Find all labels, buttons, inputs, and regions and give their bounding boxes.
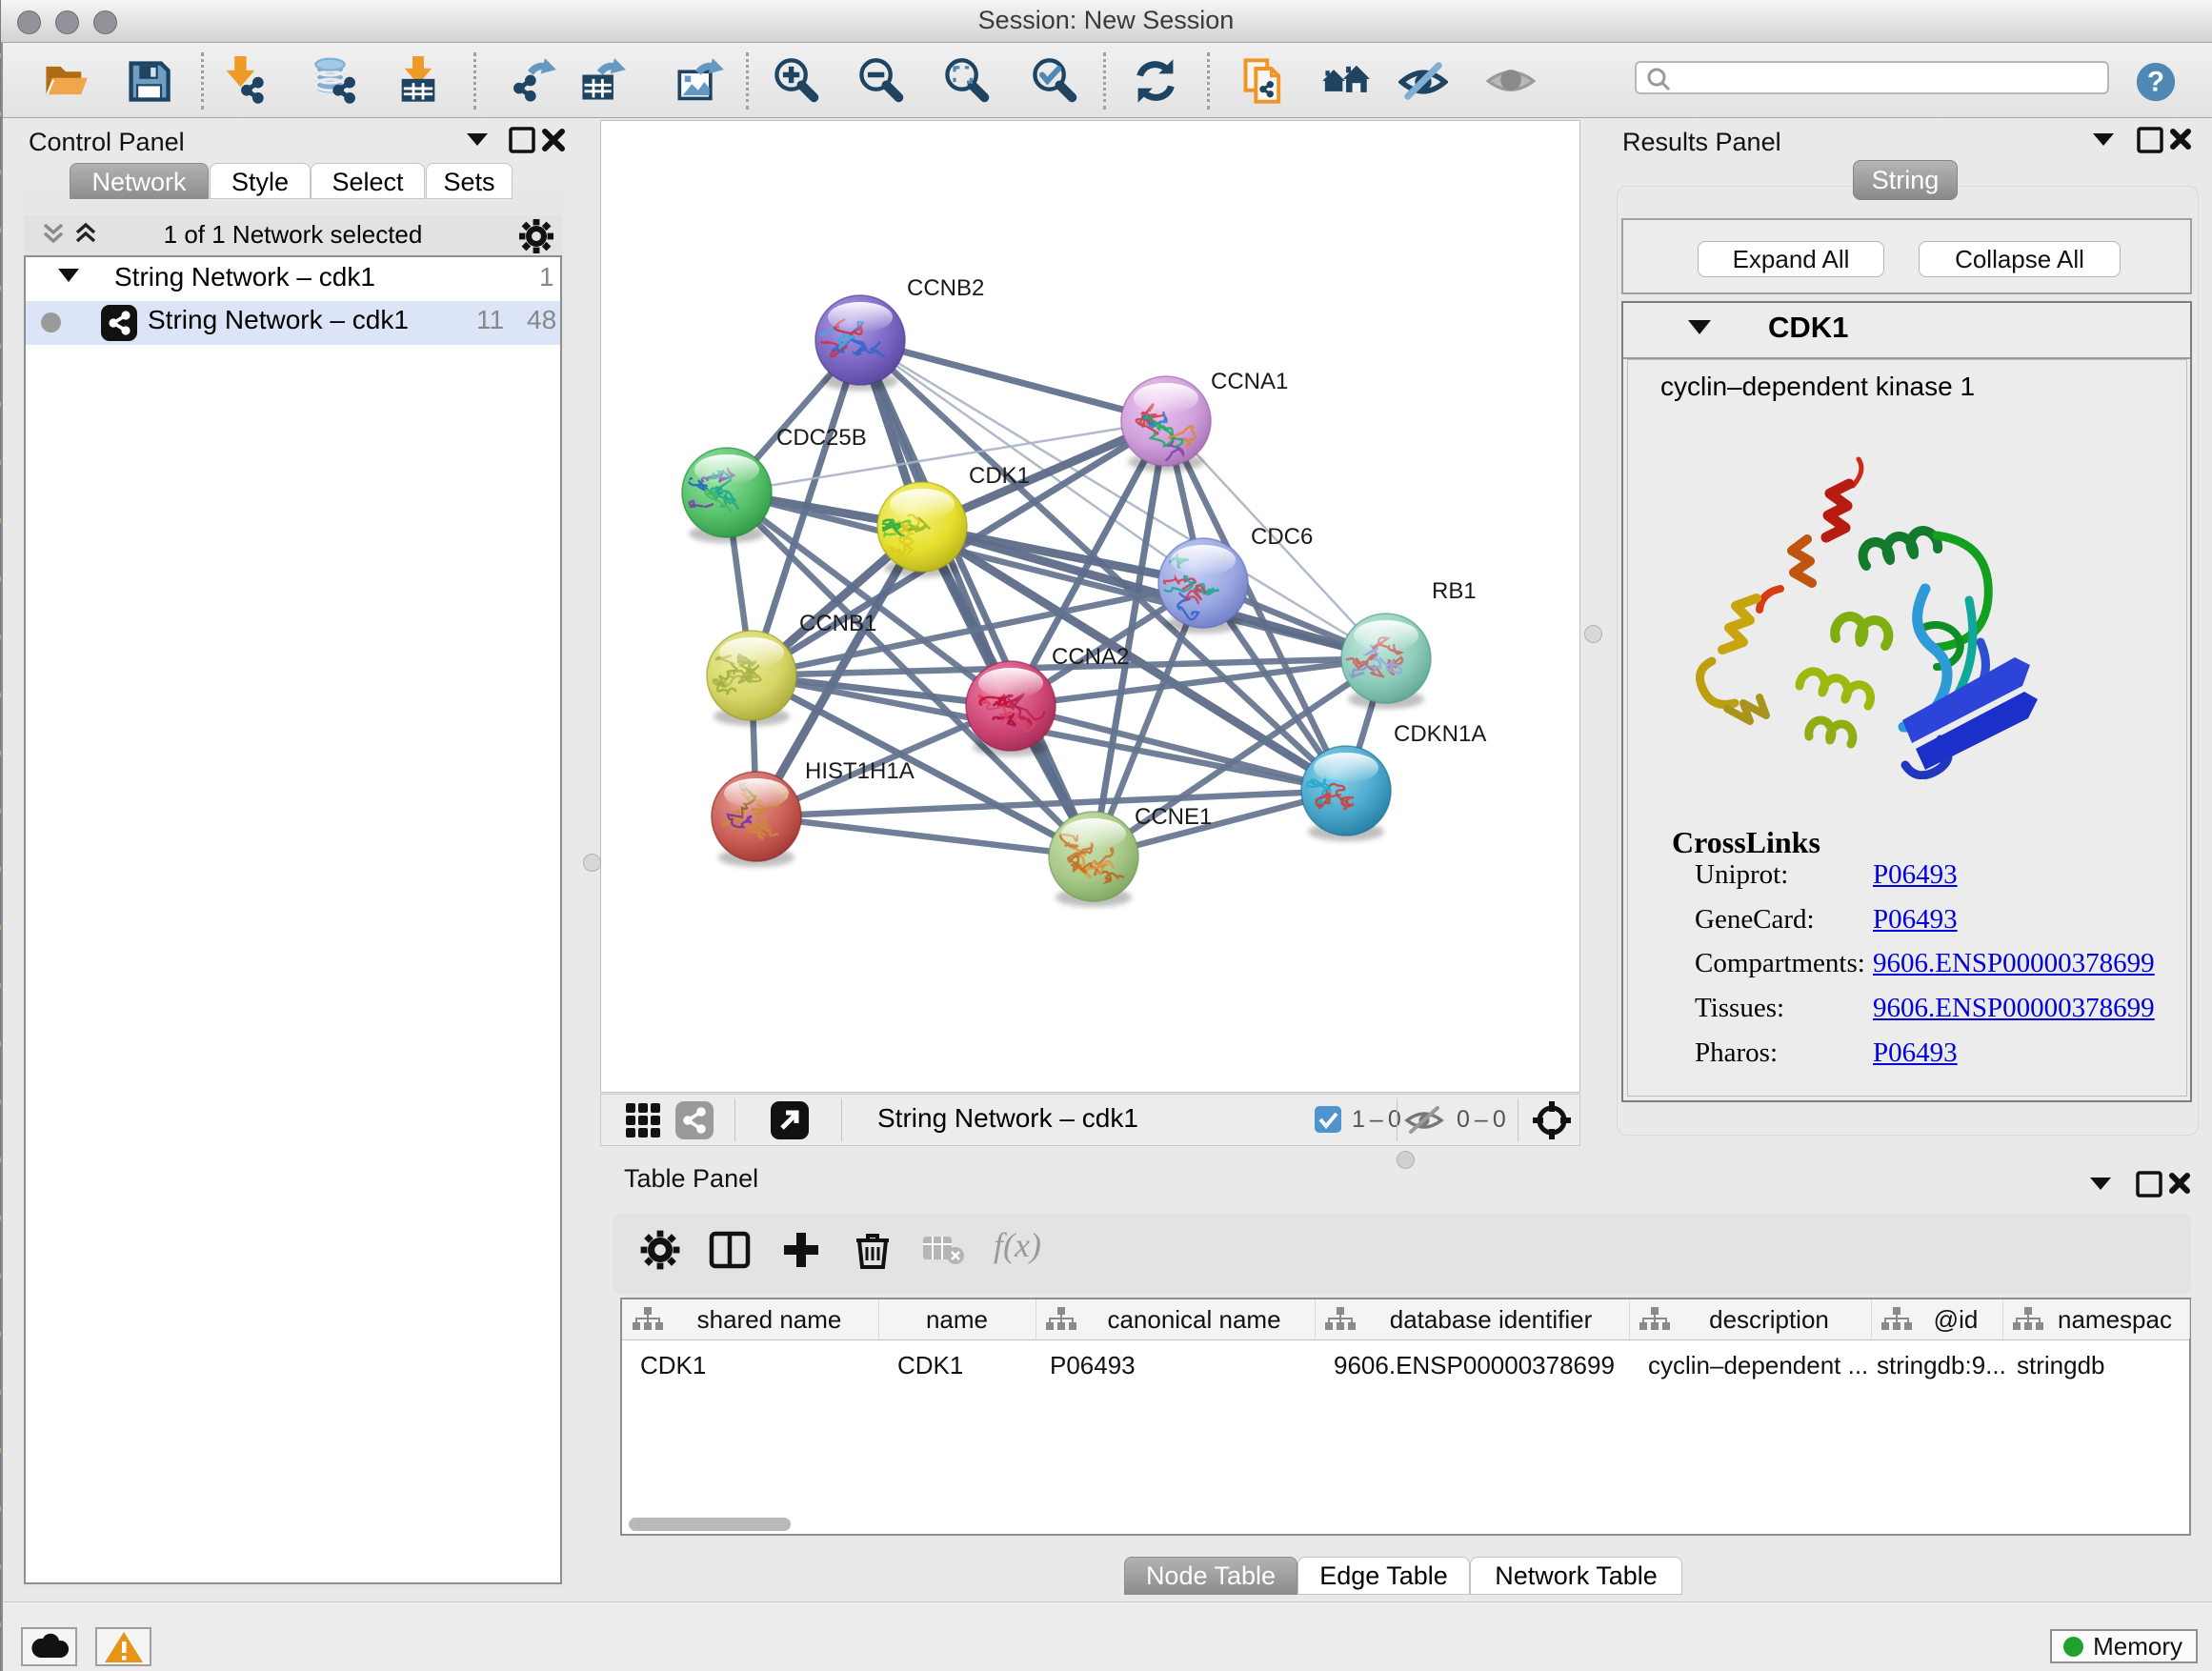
svg-text:CCNE1: CCNE1 — [1135, 804, 1212, 830]
svg-text:CCNB2: CCNB2 — [907, 275, 984, 301]
svg-text:CDC6: CDC6 — [1251, 524, 1313, 550]
svg-text:CCNB1: CCNB1 — [799, 611, 876, 636]
svg-text:CDK1: CDK1 — [969, 463, 1030, 489]
svg-text:CDKN1A: CDKN1A — [1394, 721, 1486, 747]
svg-text:CCNA2: CCNA2 — [1052, 644, 1129, 670]
svg-text:CCNA1: CCNA1 — [1211, 369, 1288, 394]
svg-text:HIST1H1A: HIST1H1A — [805, 758, 915, 784]
svg-text:?: ? — [2147, 67, 2164, 98]
svg-text:CDC25B: CDC25B — [776, 425, 867, 451]
svg-text:RB1: RB1 — [1432, 578, 1477, 604]
